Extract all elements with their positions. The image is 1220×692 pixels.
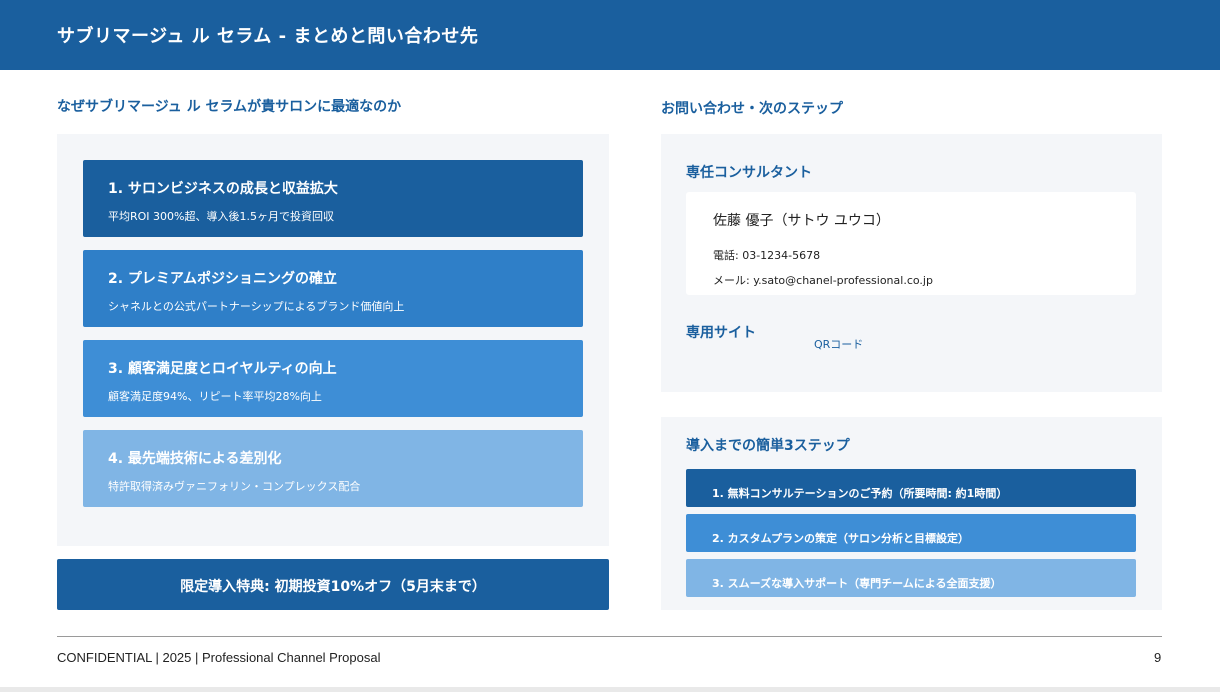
consultant-email[interactable]: メール: y.sato@chanel-professional.co.jp (713, 272, 933, 288)
step-item-3: 3. スムーズな導入サポート（専門チームによる全面支援） (686, 559, 1136, 597)
site-label: 専用サイト (686, 325, 756, 341)
benefit-description: シャネルとの公式パートナーシップによるブランド価値向上 (108, 300, 405, 313)
benefit-title: 1. サロンビジネスの成長と収益拡大 (108, 181, 338, 197)
benefits-panel: 1. サロンビジネスの成長と収益拡大 平均ROI 300%超、導入後1.5ヶ月で… (57, 134, 609, 546)
limited-offer-banner: 限定導入特典: 初期投資10%オフ（5月末まで） (57, 559, 609, 610)
contact-panel: 専任コンサルタント 佐藤 優子（サトウ ユウコ） 電話: 03-1234-567… (661, 134, 1162, 392)
header-bar: サブリマージュ ル セラム - まとめと問い合わせ先 (0, 0, 1220, 70)
consultant-card: 佐藤 優子（サトウ ユウコ） 電話: 03-1234-5678 メール: y.s… (686, 192, 1136, 295)
slide: サブリマージュ ル セラム - まとめと問い合わせ先 なぜサブリマージュ ル セ… (0, 0, 1220, 687)
benefit-description: 顧客満足度94%、リピート率平均28%向上 (108, 390, 322, 403)
offer-text: 限定導入特典: 初期投資10%オフ（5月末まで） (180, 579, 486, 595)
benefit-title: 2. プレミアムポジショニングの確立 (108, 271, 337, 287)
consultant-name: 佐藤 優子（サトウ ユウコ） (713, 213, 890, 229)
benefit-title: 4. 最先端技術による差別化 (108, 451, 282, 467)
step-text: 3. スムーズな導入サポート（専門チームによる全面支援） (712, 577, 1002, 590)
contact-heading: お問い合わせ・次のステップ (661, 101, 843, 117)
benefit-card-1: 1. サロンビジネスの成長と収益拡大 平均ROI 300%超、導入後1.5ヶ月で… (83, 160, 583, 237)
benefit-description: 特許取得済みヴァニフォリン・コンプレックス配合 (108, 480, 361, 493)
footer-text: CONFIDENTIAL | 2025 | Professional Chann… (57, 650, 381, 665)
step-item-2: 2. カスタムプランの策定（サロン分析と目標設定） (686, 514, 1136, 552)
step-text: 2. カスタムプランの策定（サロン分析と目標設定） (712, 532, 970, 545)
steps-heading: 導入までの簡単3ステップ (686, 438, 850, 454)
qr-code-placeholder: QRコード (814, 338, 864, 351)
why-heading: なぜサブリマージュ ル セラムが貴サロンに最適なのか (57, 99, 402, 115)
step-text: 1. 無料コンサルテーションのご予約（所要時間: 約1時間） (712, 487, 1008, 500)
benefit-title: 3. 顧客満足度とロイヤルティの向上 (108, 361, 337, 377)
steps-panel: 導入までの簡単3ステップ 1. 無料コンサルテーションのご予約（所要時間: 約1… (661, 417, 1162, 610)
step-item-1: 1. 無料コンサルテーションのご予約（所要時間: 約1時間） (686, 469, 1136, 507)
footer-divider (57, 636, 1162, 637)
page-number: 9 (1154, 650, 1162, 665)
consultant-label: 専任コンサルタント (686, 165, 812, 181)
benefit-card-4: 4. 最先端技術による差別化 特許取得済みヴァニフォリン・コンプレックス配合 (83, 430, 583, 507)
benefit-card-3: 3. 顧客満足度とロイヤルティの向上 顧客満足度94%、リピート率平均28%向上 (83, 340, 583, 417)
slide-title: サブリマージュ ル セラム - まとめと問い合わせ先 (57, 26, 479, 47)
benefit-card-2: 2. プレミアムポジショニングの確立 シャネルとの公式パートナーシップによるブラ… (83, 250, 583, 327)
consultant-phone[interactable]: 電話: 03-1234-5678 (713, 247, 820, 263)
benefit-description: 平均ROI 300%超、導入後1.5ヶ月で投資回収 (108, 210, 334, 223)
